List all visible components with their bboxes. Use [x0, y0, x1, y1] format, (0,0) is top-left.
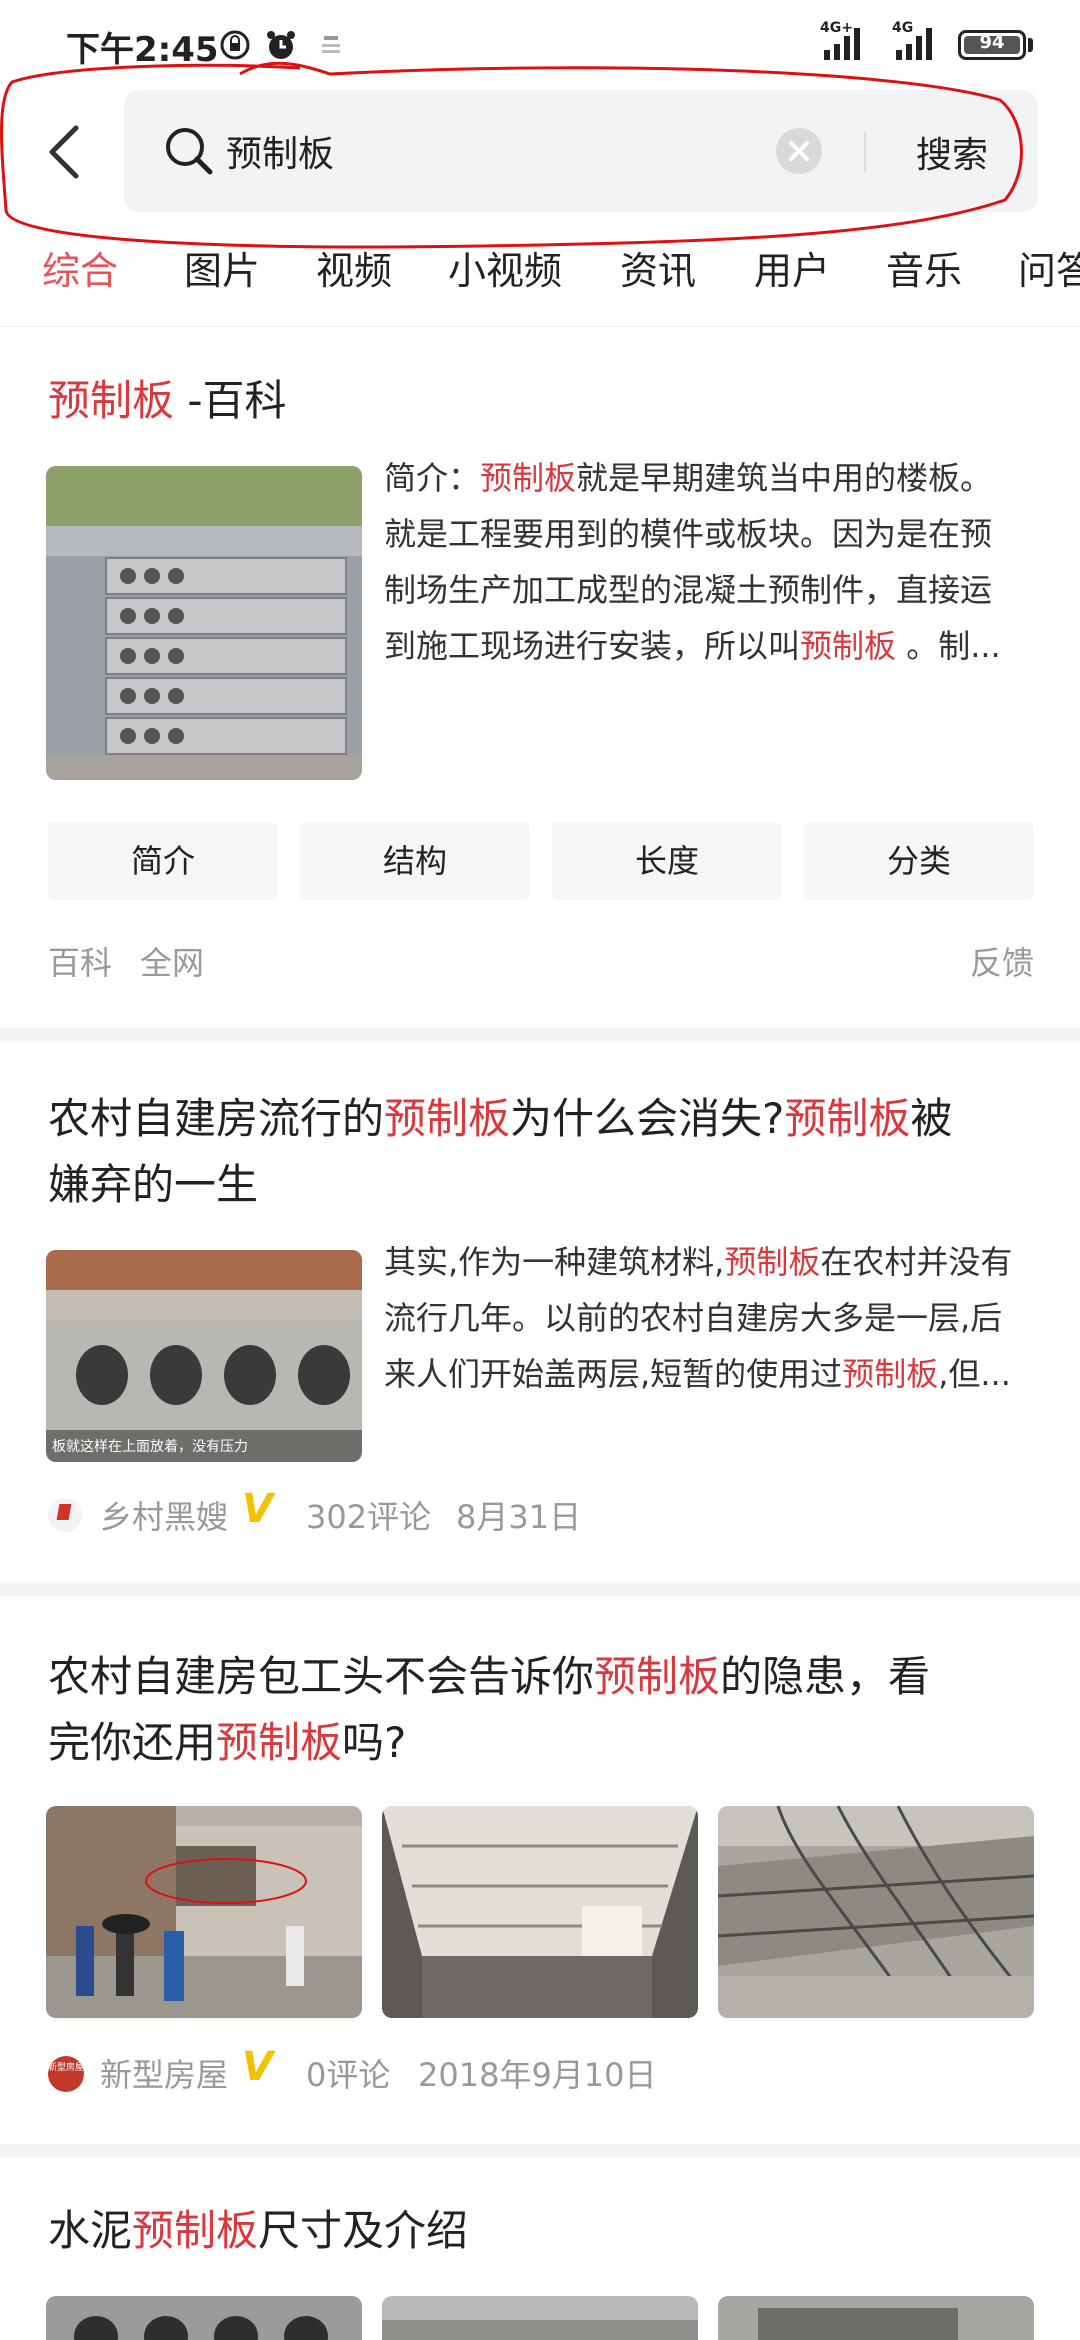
- article2-image-3[interactable]: [718, 1806, 1034, 2018]
- tab-music[interactable]: 音乐: [886, 240, 962, 295]
- title-text: -百科: [174, 376, 287, 425]
- tab-qa[interactable]: 问答: [1018, 240, 1080, 295]
- title-line: 嫌弃的一生: [48, 1160, 259, 1209]
- signal-label: 4G+: [820, 20, 853, 36]
- baike-pill-intro[interactable]: 简介: [48, 822, 278, 900]
- article1-comments: 302评论: [306, 1498, 432, 1536]
- baike-source[interactable]: 百科: [48, 938, 112, 984]
- summary-line: 来人们开始盖两层,短暂的使用过预制板,但...: [384, 1355, 1011, 1393]
- summary-line: 制场生产加工成型的混凝土预制件，直接运: [384, 571, 993, 609]
- summary-line: 到施工现场进行安装，所以叫预制板 。制...: [384, 627, 1001, 665]
- article2-date: 2018年9月10日: [418, 2056, 657, 2094]
- article1-date: 8月31日: [456, 1498, 582, 1536]
- signal-icon: 4G: [892, 20, 932, 60]
- verified-icon: V: [242, 1486, 273, 1532]
- annotation-circle: [0, 61, 1023, 249]
- title-line: 农村自建房流行的预制板为什么会消失?预制板被: [48, 1094, 953, 1143]
- tab-comprehensive[interactable]: 综合: [42, 240, 118, 295]
- baike-pill-length[interactable]: 长度: [552, 822, 782, 900]
- card-separator: [0, 1028, 1080, 1042]
- baike-title[interactable]: 预制板 -百科: [48, 368, 287, 434]
- article2-author[interactable]: 新型房屋: [100, 2050, 228, 2096]
- card-separator: [0, 1582, 1080, 1596]
- card-separator: [0, 2144, 1080, 2158]
- baike-source-all[interactable]: 全网: [140, 938, 204, 984]
- article3-image-1[interactable]: [46, 2296, 362, 2340]
- article1-author[interactable]: 乡村黑嫂: [100, 1492, 228, 1538]
- baike-thumbnail[interactable]: [46, 466, 362, 780]
- author-avatar[interactable]: 新型房屋: [48, 2056, 84, 2092]
- article1-thumbnail[interactable]: 板就这样在上面放着，没有压力: [46, 1250, 362, 1462]
- summary-line: 流行几年。以前的农村自建房大多是一层,后: [384, 1299, 1003, 1337]
- article2-title[interactable]: 农村自建房包工头不会告诉你预制板的隐患，看 完你还用预制板吗?: [48, 1644, 1048, 1776]
- title-highlight: 预制板: [48, 376, 175, 425]
- signal-label: 4G: [892, 20, 914, 36]
- baike-pill-category[interactable]: 分类: [804, 822, 1034, 900]
- tab-users[interactable]: 用户: [754, 240, 830, 295]
- summary-line: 就是工程要用到的模件或板块。因为是在预: [384, 515, 993, 553]
- verified-icon: V: [242, 2044, 273, 2090]
- tab-videos[interactable]: 视频: [316, 240, 392, 295]
- alarm-icon: [267, 31, 295, 59]
- tab-images[interactable]: 图片: [184, 240, 260, 295]
- article2-comments: 0评论: [306, 2056, 391, 2094]
- title-line: 完你还用预制板吗?: [48, 1718, 407, 1767]
- tab-news[interactable]: 资讯: [620, 240, 696, 295]
- article3-image-2[interactable]: [382, 2296, 698, 2340]
- author-avatar[interactable]: [48, 1498, 82, 1532]
- signal-icon: 4G+: [820, 20, 860, 60]
- battery-level: 94: [979, 32, 1005, 53]
- battery-nub: [1028, 38, 1033, 52]
- article1-summary: 其实,作为一种建筑材料,预制板在农村并没有 流行几年。以前的农村自建房大多是一层…: [384, 1234, 1044, 1402]
- avatar-text: 新型房屋: [48, 2063, 84, 2073]
- article3-title[interactable]: 水泥预制板尺寸及介绍: [48, 2198, 468, 2264]
- feedback-link[interactable]: 反馈: [970, 938, 1034, 984]
- category-tabs: 综合 图片 视频 小视频 资讯 用户 音乐 问答: [0, 240, 1080, 327]
- title-line: 农村自建房包工头不会告诉你预制板的隐患，看: [48, 1652, 931, 1701]
- article1-title[interactable]: 农村自建房流行的预制板为什么会消失?预制板被 嫌弃的一生: [48, 1086, 1048, 1218]
- article3-image-3[interactable]: [718, 2296, 1034, 2340]
- baike-summary: 简介：预制板就是早期建筑当中用的楼板。 就是工程要用到的模件或板块。因为是在预 …: [384, 450, 1044, 674]
- baike-pill-structure[interactable]: 结构: [300, 822, 530, 900]
- article2-image-2[interactable]: [382, 1806, 698, 2018]
- notification-icon: [322, 36, 340, 53]
- article2-image-1[interactable]: [46, 1806, 362, 2018]
- summary-line: 其实,作为一种建筑材料,预制板在农村并没有: [384, 1243, 1013, 1281]
- rotation-lock-icon: [220, 30, 250, 60]
- battery-icon: 94: [958, 30, 1026, 60]
- summary-line: 简介：预制板就是早期建筑当中用的楼板。: [384, 459, 993, 497]
- image-caption: 板就这样在上面放着，没有压力: [52, 1439, 248, 1455]
- tab-short-videos[interactable]: 小视频: [448, 240, 562, 295]
